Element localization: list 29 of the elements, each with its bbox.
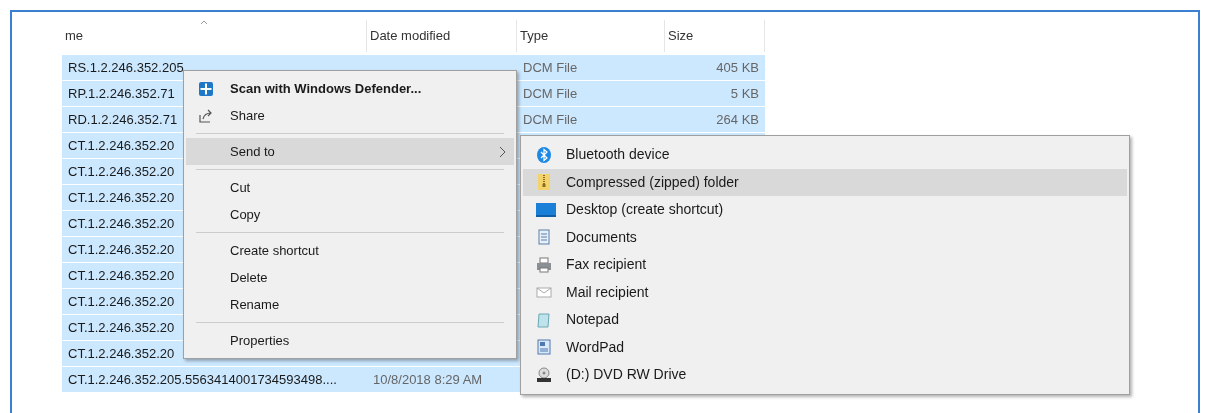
file-size: 264 KB [716,110,759,129]
menu-item-label: Send to [230,143,275,159]
file-name: CT.1.2.246.352.20 [68,137,175,153]
menu-item-label: Cut [230,179,251,195]
menu-item-label: Scan with Windows Defender... [230,80,422,96]
file-size: 5 KB [730,84,759,103]
file-name: CT.1.2.246.352.20 [68,293,175,309]
file-size: 405 KB [716,58,759,77]
file-name: CT.1.2.246.352.20 [68,319,175,335]
file-type: DCM File [523,85,578,101]
file-type: DCM File [523,111,578,127]
menu-item-label: Share [230,107,265,123]
menu-item-label: Delete [230,269,268,285]
file-name: CT.1.2.246.352.20 [68,241,175,257]
file-name: CT.1.2.246.352.20 [68,163,175,179]
file-name: CT.1.2.246.352.20 [68,345,175,361]
file-name: RD.1.2.246.352.71 [68,111,178,127]
file-name: CT.1.2.246.352.20 [68,215,175,231]
file-name: RS.1.2.246.352.205 [68,59,184,75]
menu-item-label: Rename [230,296,280,312]
file-name: CT.1.2.246.352.205.5563414001734593498.... [68,371,337,387]
file-name: CT.1.2.246.352.20 [68,267,175,283]
date-modified: 10/8/2018 8:29 AM [373,371,483,387]
file-name: RP.1.2.246.352.71 [68,85,175,101]
file-type: DCM File [523,59,578,75]
file-name: CT.1.2.246.352.20 [68,189,175,205]
menu-item-label: Copy [230,206,261,222]
menu-item-label: Properties [230,332,290,348]
menu-item-label: Create shortcut [230,242,319,258]
